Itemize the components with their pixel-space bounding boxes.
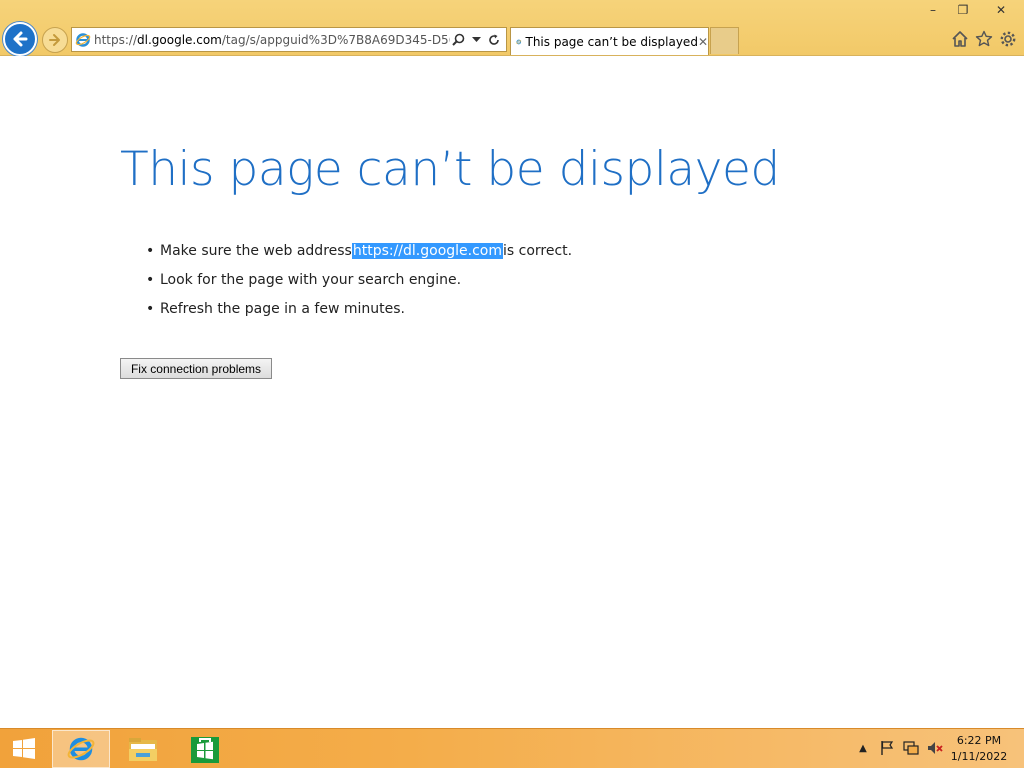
file-explorer-icon (129, 738, 157, 761)
network-icon[interactable] (902, 739, 920, 757)
taskbar-clock[interactable]: 6:22 PM 1/11/2022 (948, 733, 1010, 765)
windows-logo-icon (13, 738, 35, 759)
taskbar-file-explorer[interactable] (114, 730, 172, 768)
address-bar[interactable]: https://dl.google.com/tag/s/appguid%3D%7… (71, 27, 507, 52)
forward-button[interactable] (42, 27, 68, 53)
tip-item: • Make sure the web address https://dl.g… (146, 236, 572, 265)
url-path: /tag/s/appguid%3D%7B8A69D345-D564-463C (221, 32, 450, 47)
bullet: • (146, 271, 155, 288)
taskbar: ▲ 6:22 PM 1/11/2022 (0, 728, 1024, 768)
search-icon[interactable] (450, 30, 466, 50)
url-domain: dl.google.com (137, 32, 222, 47)
bullet: • (146, 300, 155, 317)
tip-item: • Look for the page with your search eng… (146, 265, 572, 294)
back-arrow-icon (13, 31, 28, 47)
minimize-button[interactable]: – (918, 0, 948, 20)
tip-text-suffix: is correct. (503, 242, 573, 259)
address-tools (450, 30, 506, 50)
clock-date: 1/11/2022 (950, 750, 1008, 763)
internet-explorer-icon (67, 737, 95, 761)
system-tray: ▲ (854, 739, 944, 757)
tab-title: This page can’t be displayed (525, 34, 698, 49)
window-controls: – ❐ ✕ (918, 0, 1024, 20)
close-tab-icon[interactable]: ✕ (698, 35, 708, 49)
page-content: This page can’t be displayed • Make sure… (0, 56, 1024, 728)
taskbar-store[interactable] (176, 730, 234, 768)
restore-button[interactable]: ❐ (948, 0, 978, 20)
ie-tab-icon (516, 39, 522, 44)
tip-text: Make sure the web address (160, 242, 352, 259)
fix-connection-problems-button[interactable]: Fix connection problems (120, 358, 272, 379)
close-window-button[interactable]: ✕ (978, 0, 1024, 20)
clock-time: 6:22 PM (956, 734, 1002, 747)
favorites-star-icon[interactable] (974, 28, 994, 50)
tip-text: Refresh the page in a few minutes. (160, 300, 405, 317)
browser-chrome: – ❐ ✕ https://dl.google.com/tag/s/appgui… (0, 0, 1024, 56)
tip-text: Look for the page with your search engin… (160, 271, 462, 288)
action-center-flag-icon[interactable] (878, 739, 896, 757)
store-icon (191, 737, 219, 763)
settings-gear-icon[interactable] (998, 28, 1018, 50)
browser-toolbar-right (950, 28, 1018, 50)
show-hidden-icons-icon[interactable]: ▲ (854, 739, 872, 757)
ie-page-icon (72, 28, 94, 51)
home-icon[interactable] (950, 28, 970, 50)
selected-url-text[interactable]: https://dl.google.com (351, 242, 504, 259)
taskbar-internet-explorer[interactable] (52, 730, 110, 768)
refresh-icon[interactable] (486, 30, 502, 50)
page-title: This page can’t be displayed (120, 142, 780, 197)
back-button[interactable] (3, 22, 37, 56)
new-tab-button[interactable] (710, 27, 739, 54)
url-prefix: https:// (94, 32, 138, 47)
dropdown-icon[interactable] (468, 30, 484, 50)
troubleshoot-tips-list: • Make sure the web address https://dl.g… (146, 236, 572, 323)
address-url[interactable]: https://dl.google.com/tag/s/appguid%3D%7… (94, 33, 450, 47)
forward-arrow-icon (49, 34, 60, 46)
volume-muted-icon[interactable] (926, 739, 944, 757)
start-button[interactable] (8, 735, 40, 763)
bullet: • (146, 242, 155, 259)
tab-current[interactable]: This page can’t be displayed ✕ (510, 27, 709, 55)
tip-item: • Refresh the page in a few minutes. (146, 294, 572, 323)
